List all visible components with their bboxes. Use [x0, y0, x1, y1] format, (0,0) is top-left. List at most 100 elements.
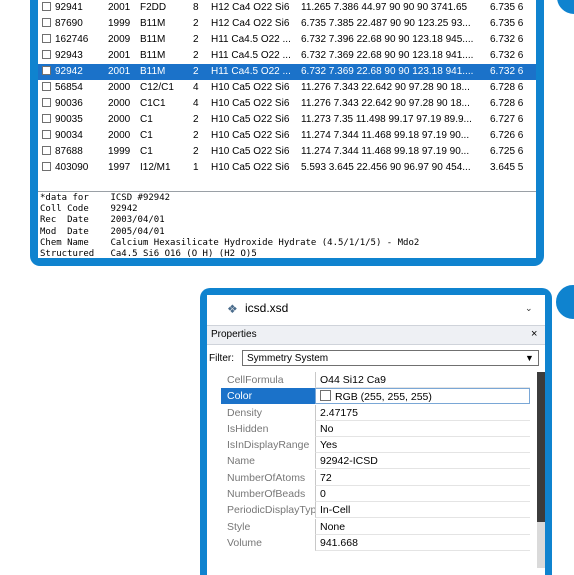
property-value[interactable]: 941.668 — [315, 534, 530, 551]
table-row[interactable]: 92941 2001 F2DD 8 H12 Ca4 O22 Si6 11.265 7.38… — [38, 0, 536, 16]
step-badge — [553, 282, 574, 322]
col-z: 2 — [193, 146, 199, 157]
row-checkbox[interactable] — [42, 2, 51, 11]
property-value[interactable]: No — [315, 420, 530, 437]
property-name: Volume — [227, 536, 263, 549]
property-row[interactable]: Volume 941.668 — [207, 534, 537, 551]
table-row[interactable]: 87688 1999 C1 2 H10 Ca5 O22 Si6 11.274 7.344 … — [38, 144, 536, 160]
properties-title-bar: Properties × — [207, 325, 545, 345]
property-name: IsInDisplayRange — [227, 439, 310, 452]
row-checkbox[interactable] — [42, 98, 51, 107]
col-reduced-cell: 6.727 6 — [490, 114, 524, 125]
property-value[interactable]: RGB (255, 255, 255) — [315, 388, 530, 405]
col-space-group: F2DD — [140, 2, 167, 13]
row-checkbox[interactable] — [42, 146, 51, 155]
col-reduced-cell: 6.726 6 — [490, 130, 524, 141]
property-name: Density — [227, 406, 263, 419]
table-row[interactable]: 403090 1997 I12/M1 1 H10 Ca5 O22 Si6 5.593 3.… — [38, 160, 536, 176]
col-z: 2 — [193, 130, 199, 141]
col-code: 92942 — [55, 66, 83, 77]
dropdown-arrow-icon[interactable]: ▼ — [525, 353, 534, 363]
col-space-group: C1 — [140, 114, 153, 125]
property-row[interactable]: NumberOfAtoms 72 — [207, 469, 537, 486]
col-space-group: B11M — [140, 18, 166, 29]
col-reduced-cell: 6.728 6 — [490, 82, 524, 93]
row-checkbox[interactable] — [42, 34, 51, 43]
col-reduced-cell: 6.732 6 — [490, 50, 524, 61]
property-row[interactable]: NumberOfBeads 0 — [207, 486, 537, 503]
properties-window: ❖ icsd.xsd ⌄ Properties × Filter: Symmet… — [207, 295, 545, 575]
property-value[interactable]: 92942-ICSD — [315, 453, 530, 470]
col-code: 56854 — [55, 82, 83, 93]
table-row[interactable]: 90034 2000 C1 2 H10 Ca5 O22 Si6 11.274 7.344 … — [38, 128, 536, 144]
col-code: 87690 — [55, 18, 83, 29]
col-cell-params: 6.732 7.369 22.68 90 90 123.18 941.... — [301, 66, 474, 77]
property-row[interactable]: PeriodicDisplayTyp In-Cell — [207, 502, 537, 519]
properties-title: Properties — [211, 329, 257, 340]
col-formula: H11 Ca4.5 O22 ... — [211, 34, 291, 45]
col-reduced-cell: 6.732 6 — [490, 34, 524, 45]
table-row[interactable]: 56854 2000 C12/C1 4 H10 Ca5 O22 Si6 11.276 7.… — [38, 80, 536, 96]
col-cell-params: 11.276 7.343 22.642 90 97.28 90 18... — [301, 98, 470, 109]
col-cell-params: 6.735 7.385 22.487 90 90 123.25 93... — [301, 18, 471, 29]
table-row[interactable]: 87690 1999 B11M 2 H12 Ca4 O22 Si6 6.735 7.385… — [38, 16, 536, 32]
col-cell-params: 11.274 7.344 11.468 99.18 97.19 90... — [301, 146, 470, 157]
row-checkbox[interactable] — [42, 82, 51, 91]
col-cell-params: 11.265 7.386 44.97 90 90 90 3741.65 — [301, 2, 468, 13]
col-year: 2001 — [108, 50, 131, 61]
property-grid: CellFormula O44 Si12 Ca9 Color RGB (255, 25… — [207, 372, 537, 551]
property-value[interactable]: O44 Si12 Ca9 — [315, 372, 530, 388]
property-row[interactable]: IsHidden No — [207, 420, 537, 437]
detail-divider — [38, 191, 536, 192]
row-checkbox[interactable] — [42, 130, 51, 139]
property-row[interactable]: IsInDisplayRange Yes — [207, 437, 537, 454]
property-row[interactable]: Density 2.47175 — [207, 404, 537, 421]
property-name: CellFormula — [227, 374, 284, 386]
col-year: 1999 — [108, 18, 131, 29]
vertical-scrollbar[interactable] — [537, 372, 545, 568]
row-checkbox[interactable] — [42, 18, 51, 27]
row-checkbox[interactable] — [42, 50, 51, 59]
property-row[interactable]: CellFormula O44 Si12 Ca9 — [207, 372, 537, 388]
property-value[interactable]: 72 — [315, 469, 530, 486]
property-value[interactable]: Yes — [315, 437, 530, 454]
property-row[interactable]: Style None — [207, 518, 537, 535]
col-z: 2 — [193, 66, 199, 77]
filter-dropdown[interactable]: Symmetry System ▼ — [242, 350, 539, 366]
col-space-group: I12/M1 — [140, 162, 171, 173]
document-name: icsd.xsd — [245, 301, 289, 315]
row-checkbox[interactable] — [42, 66, 51, 75]
record-detail-text: *data for ICSD #92942 Coll Code 92942 Rec … — [40, 193, 534, 258]
close-icon[interactable]: × — [531, 328, 537, 340]
col-reduced-cell: 6.732 6 — [490, 66, 524, 77]
property-value[interactable]: 0 — [315, 486, 530, 503]
table-row[interactable]: 90036 2000 C1C1 4 H10 Ca5 O22 Si6 11.276 7.34… — [38, 96, 536, 112]
properties-panel-frame: ❖ icsd.xsd ⌄ Properties × Filter: Symmet… — [200, 288, 552, 575]
property-value[interactable]: In-Cell — [315, 502, 530, 519]
col-year: 2000 — [108, 130, 131, 141]
detail-line: Coll Code 92942 — [40, 204, 138, 215]
document-selector[interactable]: ❖ icsd.xsd ⌄ — [207, 295, 545, 323]
chevron-down-icon[interactable]: ⌄ — [525, 303, 533, 314]
table-row[interactable]: 92942 2001 B11M 2 H11 Ca4.5 O22 ... 6.732 7.3… — [38, 64, 536, 80]
table-row[interactable]: 92943 2001 B11M 2 H11 Ca4.5 O22 ... 6.732 7.3… — [38, 48, 536, 64]
table-row[interactable]: 90035 2000 C1 2 H10 Ca5 O22 Si6 11.273 7.35 1… — [38, 112, 536, 128]
row-checkbox[interactable] — [42, 114, 51, 123]
property-value[interactable]: None — [315, 518, 530, 535]
property-row[interactable]: Color RGB (255, 255, 255) — [207, 388, 537, 405]
col-code: 90035 — [55, 114, 83, 125]
col-z: 2 — [193, 114, 199, 125]
property-name: PeriodicDisplayTyp — [227, 504, 315, 517]
detail-line: *data for ICSD #92942 — [40, 193, 171, 203]
col-year: 2001 — [108, 2, 131, 13]
row-checkbox[interactable] — [42, 162, 51, 171]
table-row[interactable]: 162746 2009 B11M 2 H11 Ca4.5 O22 ... 6.732 7.… — [38, 32, 536, 48]
property-value[interactable]: 2.47175 — [315, 404, 530, 421]
color-swatch-icon[interactable] — [320, 390, 331, 402]
detail-line: Chem Name Calcium Hexasilicate Hydroxide… — [40, 237, 420, 248]
col-space-group: B11M — [140, 34, 166, 45]
property-row[interactable]: Name 92942-ICSD — [207, 453, 537, 470]
col-cell-params: 6.732 7.369 22.68 90 90 123.18 941.... — [301, 50, 474, 61]
scrollbar-thumb[interactable] — [537, 372, 545, 522]
col-cell-params: 5.593 3.645 22.456 90 96.97 90 454... — [301, 162, 471, 173]
